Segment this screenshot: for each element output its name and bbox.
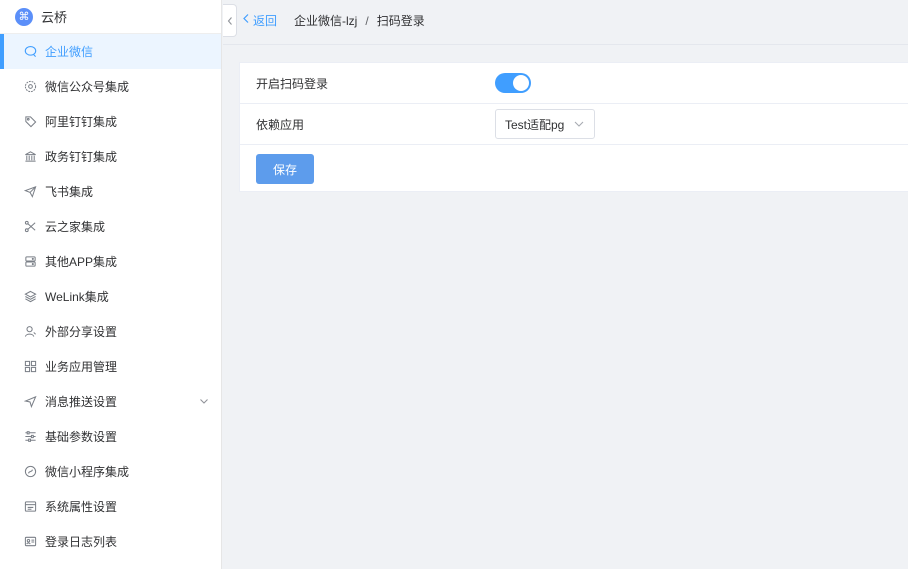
- sidebar-item-yunzhijia[interactable]: 云之家集成: [0, 209, 221, 244]
- server-icon: [23, 255, 37, 269]
- sidebar-item-label: 系统属性设置: [45, 500, 118, 514]
- breadcrumb-separator: /: [365, 13, 369, 28]
- scissors-icon: [23, 220, 37, 234]
- sidebar-item-label: 微信小程序集成: [45, 465, 130, 479]
- dependent-app-label: 依赖应用: [256, 117, 305, 132]
- sidebar-item-wechat-official[interactable]: 微信公众号集成: [0, 69, 221, 104]
- sidebar-item-business-apps[interactable]: 业务应用管理: [0, 349, 221, 384]
- chevron-left-icon: [242, 13, 250, 27]
- user-icon: [23, 325, 37, 339]
- chevron-down-icon: [573, 118, 585, 133]
- breadcrumb: 企业微信-lzj / 扫码登录: [294, 12, 425, 29]
- id-card-icon: [23, 535, 37, 549]
- toggle-knob: [513, 75, 529, 91]
- sidebar-item-label: 阿里钉钉集成: [45, 115, 118, 129]
- sidebar-item-label: 其他APP集成: [45, 255, 118, 269]
- scan-login-label: 开启扫码登录: [256, 76, 329, 91]
- breadcrumb-current: 扫码登录: [376, 13, 425, 28]
- sidebar-item-system-props[interactable]: 系统属性设置: [0, 489, 221, 524]
- scan-login-row: 开启扫码登录: [240, 63, 908, 104]
- dependent-app-value: Test适配pg: [505, 117, 565, 132]
- sidebar-item-label: 基础参数设置: [45, 430, 118, 444]
- back-link[interactable]: 返回: [242, 12, 277, 29]
- sidebar-item-wecom[interactable]: 企业微信: [0, 34, 221, 69]
- save-button[interactable]: 保存: [256, 154, 314, 184]
- sidebar-item-welink[interactable]: WeLink集成: [0, 279, 221, 314]
- sidebar-item-label: WeLink集成: [45, 290, 109, 304]
- sidebar-item-label: 微信公众号集成: [45, 80, 130, 94]
- settings-card: 开启扫码登录 依赖应用 Test适配pg 保存: [239, 62, 908, 192]
- sidebar-item-label: 消息推送设置: [45, 395, 118, 409]
- sidebar-item-label: 云之家集成: [45, 220, 106, 234]
- app-logo-icon: ⌘: [15, 7, 33, 26]
- sidebar-item-gov-dingtalk[interactable]: 政务钉钉集成: [0, 139, 221, 174]
- grid-icon: [23, 360, 37, 374]
- chat-icon: [23, 45, 37, 59]
- page-header: 返回 企业微信-lzj / 扫码登录: [238, 0, 908, 40]
- sidebar-item-mini-program[interactable]: 微信小程序集成: [0, 454, 221, 489]
- sidebar-item-label: 飞书集成: [45, 185, 94, 199]
- dependent-app-control: Test适配pg: [495, 109, 595, 139]
- sidebar-item-message-push[interactable]: 消息推送设置: [0, 384, 221, 419]
- mini-program-icon: [23, 465, 37, 479]
- sidebar-item-login-log[interactable]: 登录日志列表: [0, 524, 221, 559]
- sidebar-item-label: 外部分享设置: [45, 325, 118, 339]
- sidebar-item-label: 业务应用管理: [45, 360, 118, 374]
- sidebar-menu: 企业微信 微信公众号集成 阿里钉钉集成 政务钉钉集成 飞书集成 云之家集成 其他…: [0, 34, 221, 559]
- sidebar-item-label: 登录日志列表: [45, 535, 118, 549]
- sidebar-collapse-button[interactable]: [223, 4, 237, 37]
- sidebar-item-base-params[interactable]: 基础参数设置: [0, 419, 221, 454]
- back-label: 返回: [253, 13, 278, 28]
- chevron-down-icon[interactable]: [199, 395, 209, 409]
- sidebar-item-feishu[interactable]: 飞书集成: [0, 174, 221, 209]
- sidebar-item-dingtalk[interactable]: 阿里钉钉集成: [0, 104, 221, 139]
- breadcrumb-parent[interactable]: 企业微信-lzj: [294, 14, 357, 28]
- sliders-icon: [23, 430, 37, 444]
- sidebar-item-other-app[interactable]: 其他APP集成: [0, 244, 221, 279]
- dependent-app-select[interactable]: Test适配pg: [495, 109, 595, 139]
- paper-plane-icon: [23, 185, 37, 199]
- window-icon: [23, 500, 37, 514]
- sidebar-item-label: 企业微信: [45, 45, 94, 59]
- brand: ⌘ 云桥: [0, 0, 221, 34]
- bank-icon: [23, 150, 37, 164]
- sidebar-item-label: 政务钉钉集成: [45, 150, 118, 164]
- send-icon: [23, 395, 37, 409]
- sidebar-item-external-share[interactable]: 外部分享设置: [0, 314, 221, 349]
- dependent-app-row: 依赖应用 Test适配pg: [240, 104, 908, 145]
- header-divider: [223, 44, 908, 45]
- layers-icon: [23, 290, 37, 304]
- app-name: 云桥: [41, 10, 68, 25]
- gear-badge-icon: [23, 80, 37, 94]
- scan-login-control: [495, 73, 531, 93]
- tag-icon: [23, 115, 37, 129]
- scan-login-toggle[interactable]: [495, 73, 531, 93]
- sidebar: ⌘ 云桥 企业微信 微信公众号集成 阿里钉钉集成 政务钉钉集成 飞书集成 云之家…: [0, 0, 222, 569]
